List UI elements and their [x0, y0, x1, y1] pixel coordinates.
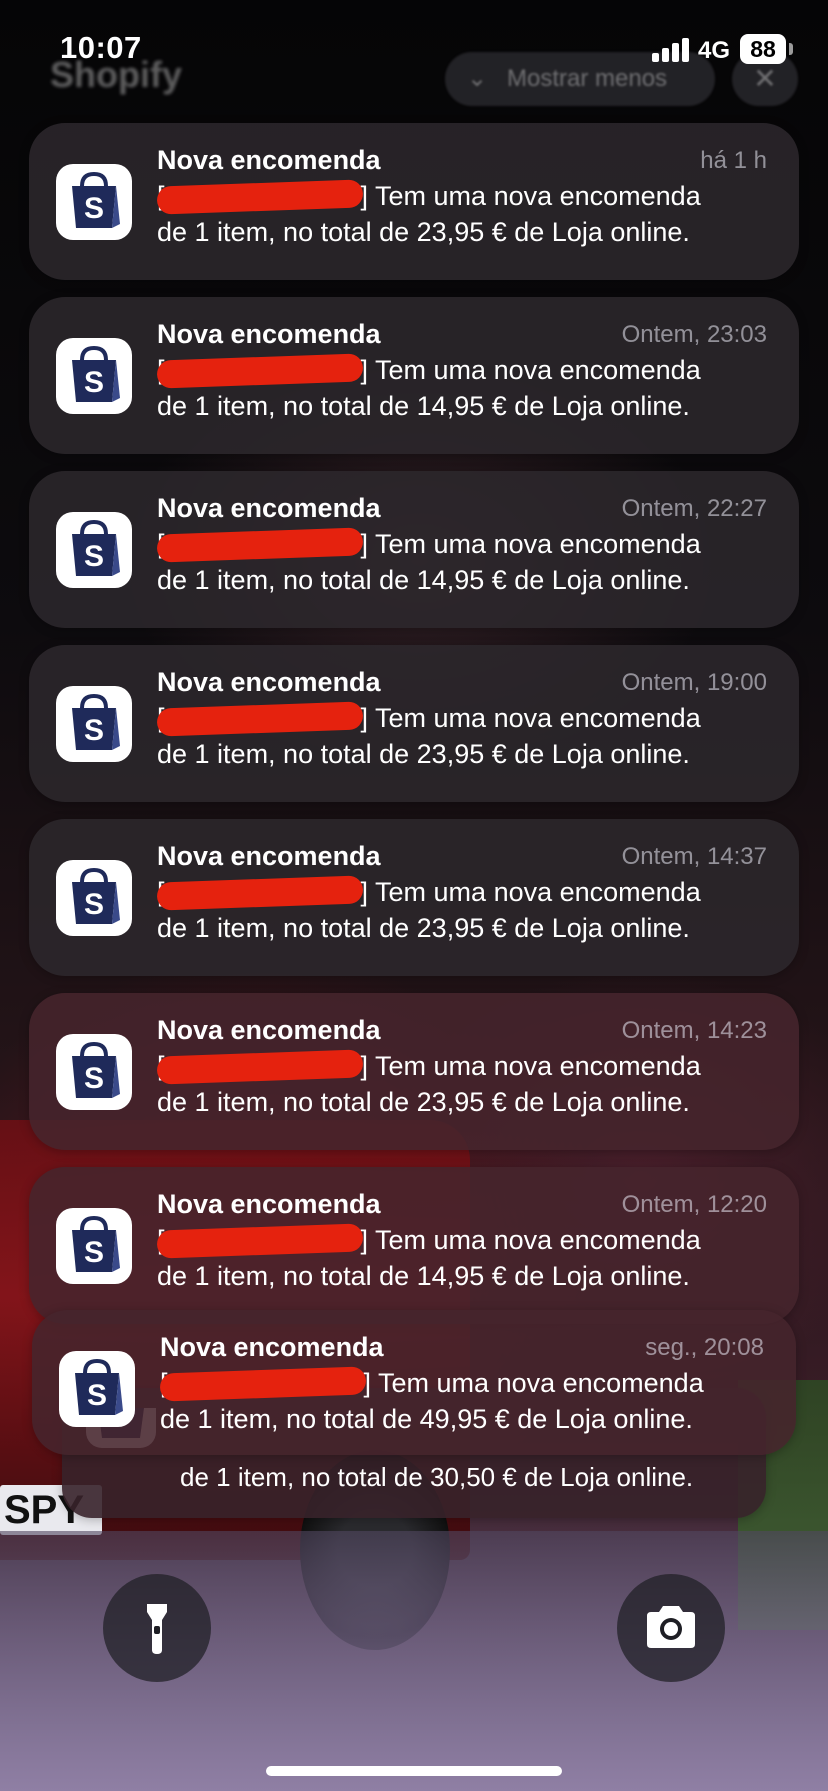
redacted-store-name: [156, 179, 363, 215]
notification-card[interactable]: S Nova encomenda Ontem, 23:03 [] Tem uma…: [29, 297, 799, 454]
notification-title: Nova encomenda: [157, 1189, 381, 1219]
notification-line-1: [] Tem uma nova encomenda: [159, 1366, 704, 1402]
notification-headline: ] Tem uma nova encomenda: [360, 181, 701, 211]
redacted-store-name: [156, 353, 363, 389]
notification-body: de 1 item, no total de 14,95 € de Loja o…: [157, 391, 690, 421]
camera-icon: [647, 1606, 695, 1648]
redacted-store-name: [156, 527, 363, 563]
notification-line-1: [] Tem uma nova encomenda: [156, 527, 701, 563]
notification-headline: ] Tem uma nova encomenda: [360, 529, 701, 559]
svg-text:S: S: [84, 714, 104, 747]
notification-body: de 1 item, no total de 49,95 € de Loja o…: [160, 1404, 693, 1434]
notification-card[interactable]: S Nova encomenda Ontem, 14:37 [] Tem uma…: [29, 819, 799, 976]
notification-line-1: [] Tem uma nova encomenda: [156, 1049, 701, 1085]
notification-line-1: [] Tem uma nova encomenda: [156, 179, 701, 215]
svg-text:S: S: [87, 1379, 107, 1412]
notification-time: Ontem, 19:00: [621, 669, 767, 696]
notification-card[interactable]: S Nova encomenda há 1 h [] Tem uma nova …: [29, 123, 799, 280]
notification-card[interactable]: S Nova encomenda Ontem, 19:00 [] Tem uma…: [29, 645, 799, 802]
shopify-bag-icon: S: [56, 512, 132, 588]
shopify-bag-icon: S: [56, 338, 132, 414]
notification-time: há 1 h: [700, 147, 767, 174]
notification-card[interactable]: S Nova encomenda Ontem, 22:27 [] Tem uma…: [29, 471, 799, 628]
flashlight-icon: [147, 1604, 167, 1654]
notification-headline: ] Tem uma nova encomenda: [360, 1051, 701, 1081]
notification-time: Ontem, 23:03: [621, 321, 767, 348]
shopify-bag-icon: S: [56, 1034, 132, 1110]
home-indicator[interactable]: [266, 1766, 562, 1776]
notification-time: Ontem, 12:20: [621, 1191, 767, 1218]
svg-text:S: S: [84, 192, 104, 225]
notification-headline: ] Tem uma nova encomenda: [363, 1368, 704, 1398]
notification-body: de 1 item, no total de 14,95 € de Loja o…: [157, 565, 690, 595]
notification-line-1: [] Tem uma nova encomenda: [156, 701, 701, 737]
notification-time: Ontem, 22:27: [621, 495, 767, 522]
notification-title: Nova encomenda: [160, 1332, 384, 1362]
notification-title: Nova encomenda: [157, 493, 381, 523]
redacted-store-name: [156, 875, 363, 911]
notification-card[interactable]: S Nova encomenda Ontem, 12:20 [] Tem uma…: [29, 1167, 799, 1324]
shopify-bag-icon: S: [56, 860, 132, 936]
notification-line-1: [] Tem uma nova encomenda: [156, 875, 701, 911]
flashlight-button[interactable]: [103, 1574, 211, 1682]
notification-body: de 1 item, no total de 30,50 € de Loja o…: [180, 1462, 694, 1492]
notification-title: Nova encomenda: [157, 319, 381, 349]
notification-time: seg., 20:08: [645, 1334, 764, 1361]
notification-time: Ontem, 14:23: [621, 1017, 767, 1044]
notification-card[interactable]: S Nova encomenda Ontem, 14:23 [] Tem uma…: [29, 993, 799, 1150]
svg-text:S: S: [84, 366, 104, 399]
notification-title: Nova encomenda: [157, 667, 381, 697]
redacted-store-name: [156, 1223, 363, 1259]
svg-text:S: S: [84, 888, 104, 921]
redacted-store-name: [156, 701, 363, 737]
notification-card[interactable]: S Nova encomenda seg., 20:08 [] Tem uma …: [32, 1310, 796, 1455]
redacted-store-name: [159, 1366, 366, 1402]
status-time: 10:07: [60, 30, 142, 65]
notification-headline: ] Tem uma nova encomenda: [360, 1225, 701, 1255]
notification-line-1: [] Tem uma nova encomenda: [156, 353, 701, 389]
notification-title: Nova encomenda: [157, 1015, 381, 1045]
notification-body: de 1 item, no total de 14,95 € de Loja o…: [157, 1261, 690, 1291]
svg-text:S: S: [84, 540, 104, 573]
notification-body: de 1 item, no total de 23,95 € de Loja o…: [157, 739, 690, 769]
notification-title: Nova encomenda: [157, 145, 381, 175]
shopify-bag-icon: S: [56, 164, 132, 240]
status-bar: 10:07 4G 88: [0, 0, 828, 100]
camera-button[interactable]: [617, 1574, 725, 1682]
notification-body: de 1 item, no total de 23,95 € de Loja o…: [157, 913, 690, 943]
notification-headline: ] Tem uma nova encomenda: [360, 703, 701, 733]
redacted-store-name: [156, 1049, 363, 1085]
notification-headline: ] Tem uma nova encomenda: [360, 355, 701, 385]
shopify-bag-icon: S: [56, 1208, 132, 1284]
shopify-bag-icon: S: [59, 1351, 135, 1427]
notification-title: Nova encomenda: [157, 841, 381, 871]
notification-headline: ] Tem uma nova encomenda: [360, 877, 701, 907]
svg-text:S: S: [84, 1236, 104, 1269]
notification-body: de 1 item, no total de 23,95 € de Loja o…: [157, 217, 690, 247]
notification-line-1: [] Tem uma nova encomenda: [156, 1223, 701, 1259]
notification-time: Ontem, 14:37: [621, 843, 767, 870]
network-type: 4G: [698, 37, 731, 64]
battery-tip: [789, 43, 793, 55]
notification-body: de 1 item, no total de 23,95 € de Loja o…: [157, 1087, 690, 1117]
cellular-signal-icon: [652, 38, 690, 62]
battery-icon: 88: [740, 34, 786, 64]
svg-text:S: S: [84, 1062, 104, 1095]
shopify-bag-icon: S: [56, 686, 132, 762]
